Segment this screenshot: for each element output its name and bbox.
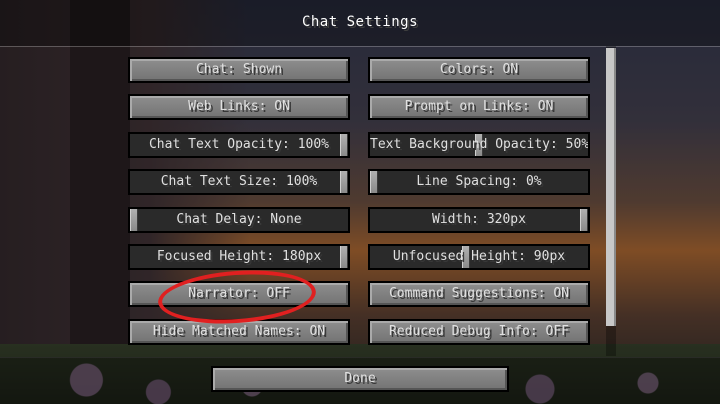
slider-handle[interactable]	[340, 171, 348, 193]
slider-handle[interactable]	[340, 246, 348, 268]
line-spacing-slider[interactable]: Line Spacing: 0%	[368, 169, 590, 195]
slider-label: Focused Height: 180px	[156, 249, 322, 264]
width-slider[interactable]: Width: 320px	[368, 207, 590, 233]
slider-handle[interactable]	[340, 134, 348, 156]
prompt-on-links-button[interactable]: Prompt on Links: ON	[368, 94, 590, 120]
command-suggestions-button[interactable]: Command Suggestions: ON	[368, 281, 590, 307]
web-links-button[interactable]: Web Links: ON	[128, 94, 350, 120]
slider-handle[interactable]	[130, 209, 138, 231]
reduced-debug-info-button[interactable]: Reduced Debug Info: OFF	[368, 319, 590, 345]
slider-label: Text Background Opacity: 50%	[370, 137, 590, 152]
chat-delay-slider[interactable]: Chat Delay: None	[128, 207, 350, 233]
slider-label: Chat Delay: None	[176, 212, 302, 227]
scrollbar-thumb[interactable]	[606, 48, 616, 326]
focused-height-slider[interactable]: Focused Height: 180px	[128, 244, 350, 270]
colors-button[interactable]: Colors: ON	[368, 57, 590, 83]
slider-handle[interactable]	[370, 171, 378, 193]
slider-label: Width: 320px	[432, 212, 526, 227]
slider-handle[interactable]	[580, 209, 588, 231]
chat-text-opacity-slider[interactable]: Chat Text Opacity: 100%	[128, 132, 350, 158]
screen-title: Chat Settings	[301, 14, 419, 30]
chat-text-size-slider[interactable]: Chat Text Size: 100%	[128, 169, 350, 195]
slider-label: Chat Text Size: 100%	[160, 174, 318, 189]
slider-label: Chat Text Opacity: 100%	[148, 137, 329, 152]
unfocused-height-slider[interactable]: Unfocused Height: 90px	[368, 244, 590, 270]
chat-button[interactable]: Chat: Shown	[128, 57, 350, 83]
text-background-opacity-slider[interactable]: Text Background Opacity: 50%	[368, 132, 590, 158]
slider-label: Unfocused Height: 90px	[392, 249, 566, 264]
done-button[interactable]: Done	[211, 366, 509, 392]
slider-label: Line Spacing: 0%	[416, 174, 542, 189]
